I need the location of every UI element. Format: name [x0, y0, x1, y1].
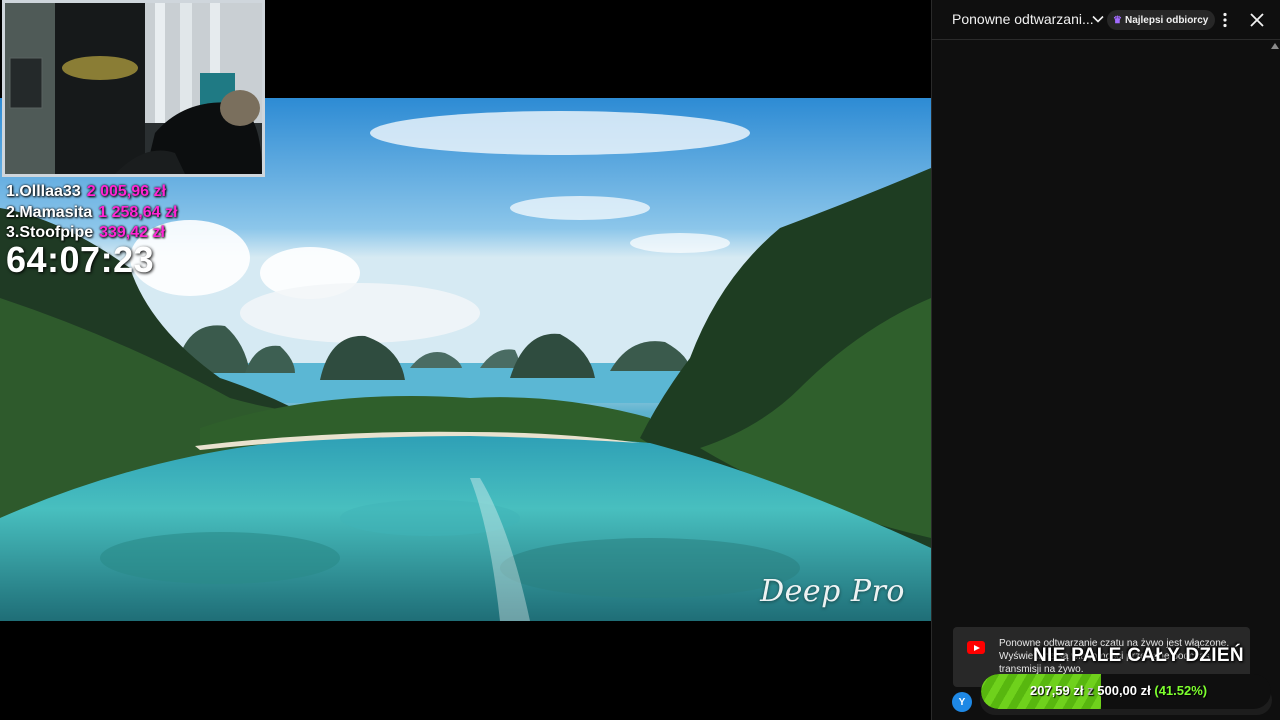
video-player[interactable]: Deep Pro 1.Olllaa33 2 005,96 zł 2.Mamasi…	[0, 0, 931, 720]
more-vert-icon[interactable]	[1217, 11, 1233, 29]
leaderboard-row: 1.Olllaa33 2 005,96 zł	[6, 182, 177, 203]
goal-title: NIE PALE CAŁY DZIEŃ	[1033, 645, 1244, 666]
webcam-overlay	[2, 0, 265, 177]
chat-header: Ponowne odtwarzani... ♛ Najlepsi odbiorc…	[932, 0, 1280, 40]
donation-leaderboard: 1.Olllaa33 2 005,96 zł 2.Mamasita 1 258,…	[6, 182, 177, 244]
webcam-feed-illustration	[5, 3, 262, 174]
goal-percent: (41.52%)	[1154, 683, 1208, 698]
crown-icon: ♛	[1113, 14, 1122, 26]
goal-progress-text: 207,59 zł z 500,00 zł (41.52%)	[1030, 683, 1207, 698]
stream-timer: 64:07:23	[6, 239, 155, 280]
leaderboard-amount: 1 258,64 zł	[98, 203, 178, 221]
goal-separator: z	[1087, 683, 1094, 698]
avatar[interactable]: Y	[952, 692, 972, 712]
chat-mode-title[interactable]: Ponowne odtwarzani...	[952, 11, 1094, 27]
top-fans-filter-badge[interactable]: ♛ Najlepsi odbiorcy	[1107, 10, 1216, 30]
video-watermark: Deep Pro	[760, 574, 905, 609]
scroll-up-arrow-icon[interactable]	[1271, 43, 1279, 49]
leaderboard-amount: 2 005,96 zł	[86, 183, 166, 200]
goal-progress-bar: 207,59 zł z 500,00 zł (41.52%)	[981, 674, 1271, 709]
leaderboard-rank: 1.	[6, 183, 20, 200]
leaderboard-rank: 2.	[6, 203, 20, 221]
leaderboard-row: 2.Mamasita 1 258,64 zł	[6, 203, 177, 224]
chevron-down-icon[interactable]	[1090, 11, 1106, 27]
leaderboard-name: Olllaa33	[19, 183, 81, 200]
leaderboard-name: Mamasita	[19, 203, 93, 221]
youtube-icon	[967, 641, 985, 654]
live-chat-panel: Ponowne odtwarzani... ♛ Najlepsi odbiorc…	[931, 0, 1280, 720]
goal-current-amount: 207,59 zł	[1030, 683, 1084, 698]
close-icon[interactable]	[1248, 11, 1266, 29]
top-fans-label: Najlepsi odbiorcy	[1124, 14, 1209, 26]
goal-target-amount: 500,00 zł	[1097, 683, 1151, 698]
